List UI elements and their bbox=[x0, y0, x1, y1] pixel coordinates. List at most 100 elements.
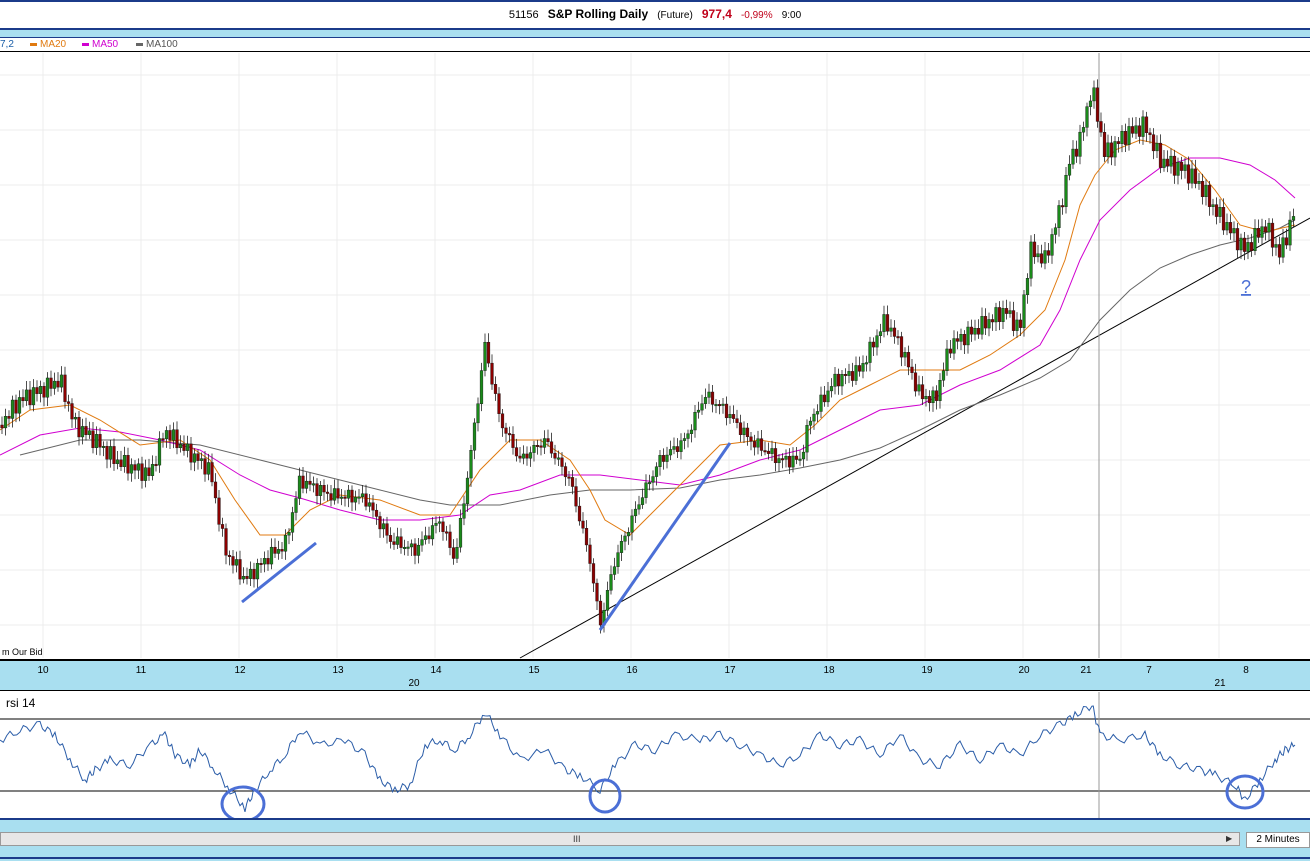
candle-body bbox=[994, 307, 998, 323]
day-label: 11 bbox=[135, 665, 147, 676]
candle-body bbox=[157, 438, 162, 466]
candle-body bbox=[857, 365, 862, 372]
candle-body bbox=[1155, 142, 1159, 152]
candle-body bbox=[658, 455, 662, 467]
horizontal-scrollbar[interactable]: III ▶ bbox=[0, 832, 1240, 846]
candle-body bbox=[1039, 253, 1044, 264]
candle-body bbox=[738, 422, 743, 435]
candle-body bbox=[17, 397, 22, 414]
candle-body bbox=[101, 445, 106, 448]
candle-body bbox=[1186, 164, 1191, 184]
candle-body bbox=[745, 427, 750, 438]
scroll-grip-icon[interactable]: III bbox=[573, 834, 581, 844]
candle-body bbox=[556, 457, 561, 460]
candle-body bbox=[399, 536, 403, 548]
candle-body bbox=[756, 438, 760, 448]
candle-body bbox=[52, 380, 57, 389]
candle-body bbox=[882, 314, 886, 332]
candle-body bbox=[98, 434, 102, 448]
candle-body bbox=[1004, 308, 1009, 314]
candle-body bbox=[94, 434, 99, 448]
candle-body bbox=[1067, 163, 1072, 176]
candle-body bbox=[672, 446, 676, 450]
candle-body bbox=[623, 535, 627, 542]
candle-body bbox=[749, 436, 753, 442]
candle-body bbox=[490, 362, 494, 385]
candle-body bbox=[661, 455, 666, 462]
candle-body bbox=[945, 348, 949, 371]
candle-body bbox=[1260, 226, 1264, 238]
candle-body bbox=[787, 455, 792, 468]
candle-body bbox=[497, 393, 501, 414]
candle-body bbox=[164, 430, 169, 440]
candle-body bbox=[1232, 228, 1236, 234]
candle-body bbox=[38, 386, 43, 394]
candle-body bbox=[1001, 308, 1005, 322]
candle-body bbox=[10, 399, 15, 419]
candle-body bbox=[714, 404, 718, 407]
candle-body bbox=[1179, 161, 1184, 171]
candle-body bbox=[896, 336, 900, 339]
candle-body bbox=[1123, 131, 1128, 145]
candle-body bbox=[395, 536, 400, 545]
candle-body bbox=[521, 453, 526, 459]
candle-body bbox=[693, 412, 697, 431]
candle-body bbox=[437, 521, 442, 524]
candle-body bbox=[637, 504, 641, 510]
candle-body bbox=[868, 341, 872, 363]
candle-body bbox=[1025, 278, 1030, 295]
candle-body bbox=[1008, 310, 1012, 314]
candle-body bbox=[486, 341, 491, 364]
candle-body bbox=[339, 496, 344, 499]
candle-body bbox=[371, 502, 375, 511]
candle-body bbox=[269, 546, 274, 565]
scroll-right-icon[interactable]: ▶ bbox=[1226, 834, 1232, 843]
candle-body bbox=[479, 370, 484, 404]
candle-body bbox=[861, 363, 865, 372]
candle-body bbox=[241, 576, 246, 580]
candle-body bbox=[976, 328, 981, 335]
candle-body bbox=[430, 525, 435, 540]
interval-selector[interactable]: 2 Minutes bbox=[1246, 832, 1310, 848]
candle-body bbox=[262, 558, 267, 565]
candle-body bbox=[721, 403, 725, 406]
candle-body bbox=[934, 390, 939, 401]
candle-body bbox=[73, 417, 78, 420]
candle-body bbox=[836, 373, 841, 387]
candle-body bbox=[175, 429, 179, 449]
candle-body bbox=[1029, 241, 1033, 279]
candle-body bbox=[1284, 237, 1289, 246]
candle-body bbox=[833, 373, 837, 387]
candle-body bbox=[850, 371, 855, 381]
candle-body bbox=[605, 590, 610, 611]
candle-body bbox=[378, 516, 382, 530]
candle-body bbox=[938, 380, 942, 401]
candle-body bbox=[997, 307, 1002, 322]
candle-body bbox=[189, 443, 193, 463]
candle-body bbox=[1288, 219, 1292, 246]
candle-body bbox=[84, 426, 88, 435]
candle-body bbox=[129, 464, 134, 474]
candle-body bbox=[1151, 134, 1156, 152]
candle-body bbox=[259, 563, 263, 565]
candle-body bbox=[1081, 127, 1086, 133]
candle-body bbox=[423, 535, 428, 540]
price-chart[interactable]: ? m Our Bid rsi 14 bbox=[0, 0, 1310, 861]
ma20-line bbox=[0, 139, 1296, 536]
candle-body bbox=[686, 433, 690, 439]
candle-body bbox=[633, 508, 638, 517]
candle-body bbox=[1291, 216, 1296, 221]
candle-body bbox=[577, 505, 582, 522]
candle-body bbox=[315, 483, 319, 496]
candle-body bbox=[941, 370, 946, 381]
candle-body bbox=[679, 440, 683, 452]
candle-body bbox=[980, 316, 984, 335]
candle-body bbox=[1211, 204, 1215, 207]
candle-body bbox=[1074, 148, 1079, 157]
candle-body bbox=[332, 488, 337, 501]
candle-body bbox=[1071, 148, 1075, 165]
candle-body bbox=[1113, 141, 1117, 158]
candle-body bbox=[154, 464, 158, 467]
candle-body bbox=[238, 559, 242, 580]
candle-body bbox=[801, 451, 806, 460]
